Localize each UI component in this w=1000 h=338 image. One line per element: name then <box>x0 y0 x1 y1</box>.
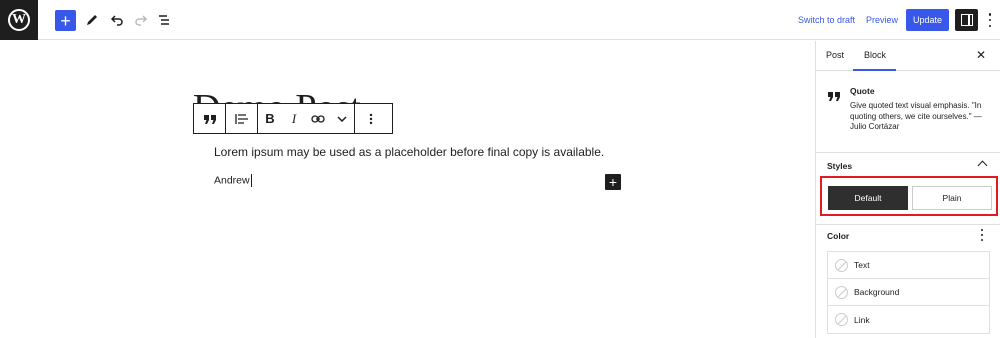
sidebar-tabs: Post Block ✕ <box>816 41 1000 71</box>
undo-icon[interactable] <box>107 10 127 30</box>
align-left-icon[interactable] <box>226 104 257 133</box>
block-toolbar: B I <box>193 103 393 134</box>
color-item-label: Background <box>854 287 900 297</box>
bold-button[interactable]: B <box>258 104 282 133</box>
block-card: Quote Give quoted text visual emphasis. … <box>816 72 1000 153</box>
divider <box>816 224 1000 225</box>
block-card-title: Quote <box>850 86 875 96</box>
empty-swatch-icon <box>835 285 848 299</box>
empty-swatch-icon <box>835 313 848 326</box>
styles-panel-header[interactable]: Styles <box>816 154 1000 176</box>
more-options-icon[interactable] <box>355 104 386 133</box>
quote-citation-text: Andrew <box>214 174 250 187</box>
redo-icon[interactable] <box>131 10 151 30</box>
color-item-link[interactable]: Link <box>828 306 989 333</box>
close-icon[interactable]: ✕ <box>976 48 986 62</box>
preview-button[interactable]: Preview <box>866 15 898 25</box>
italic-button[interactable]: I <box>282 104 306 133</box>
color-item-background[interactable]: Background <box>828 279 989 306</box>
quote-icon[interactable] <box>194 104 225 133</box>
empty-swatch-icon <box>835 258 848 272</box>
color-options-icon[interactable] <box>980 229 984 241</box>
color-item-label: Text <box>854 260 870 270</box>
block-inserter-toggle[interactable]: + <box>55 10 76 31</box>
tab-block[interactable]: Block <box>864 50 886 60</box>
document-overview-icon[interactable] <box>154 10 174 30</box>
active-tab-indicator <box>853 69 896 71</box>
tools-pencil-icon[interactable] <box>82 10 102 30</box>
tab-post[interactable]: Post <box>826 50 844 60</box>
text-cursor <box>250 174 252 187</box>
inline-block-inserter-button[interactable]: + <box>605 174 621 190</box>
quote-icon <box>827 84 841 106</box>
color-heading: Color <box>827 231 850 241</box>
sidebar-icon <box>960 14 973 26</box>
switch-to-draft-button[interactable]: Switch to draft <box>798 15 855 25</box>
chevron-up-icon <box>977 160 988 171</box>
options-menu-icon[interactable] <box>987 13 993 27</box>
wordpress-logo-letter: W <box>8 9 30 31</box>
chevron-down-icon[interactable] <box>330 104 354 133</box>
alignment-group <box>226 104 258 133</box>
color-item-text[interactable]: Text <box>828 252 989 279</box>
editor-top-bar: W + Switch to draft Preview Update <box>0 0 1000 40</box>
formatting-group: B I <box>258 104 355 133</box>
style-option-default[interactable]: Default <box>828 186 908 210</box>
quote-paragraph[interactable]: Lorem ipsum may be used as a placeholder… <box>214 145 604 159</box>
quote-citation[interactable]: Andrew <box>214 174 252 187</box>
color-settings-list: Text Background Link <box>827 251 990 334</box>
block-card-description: Give quoted text visual emphasis. "In qu… <box>850 101 982 131</box>
style-option-plain[interactable]: Plain <box>912 186 992 210</box>
styles-highlight-box: Default Plain <box>820 176 998 216</box>
block-type-group <box>194 104 226 133</box>
more-options-group <box>355 104 386 133</box>
update-button[interactable]: Update <box>906 9 949 31</box>
link-icon[interactable] <box>306 104 330 133</box>
styles-heading: Styles <box>827 161 853 171</box>
settings-sidebar: Post Block ✕ Quote Give quoted text visu… <box>815 41 1000 338</box>
editor-canvas: Demo Post B I Lorem ips <box>0 41 815 338</box>
color-item-label: Link <box>854 314 870 325</box>
settings-sidebar-toggle[interactable] <box>955 9 978 31</box>
wordpress-logo-icon[interactable]: W <box>0 0 38 40</box>
